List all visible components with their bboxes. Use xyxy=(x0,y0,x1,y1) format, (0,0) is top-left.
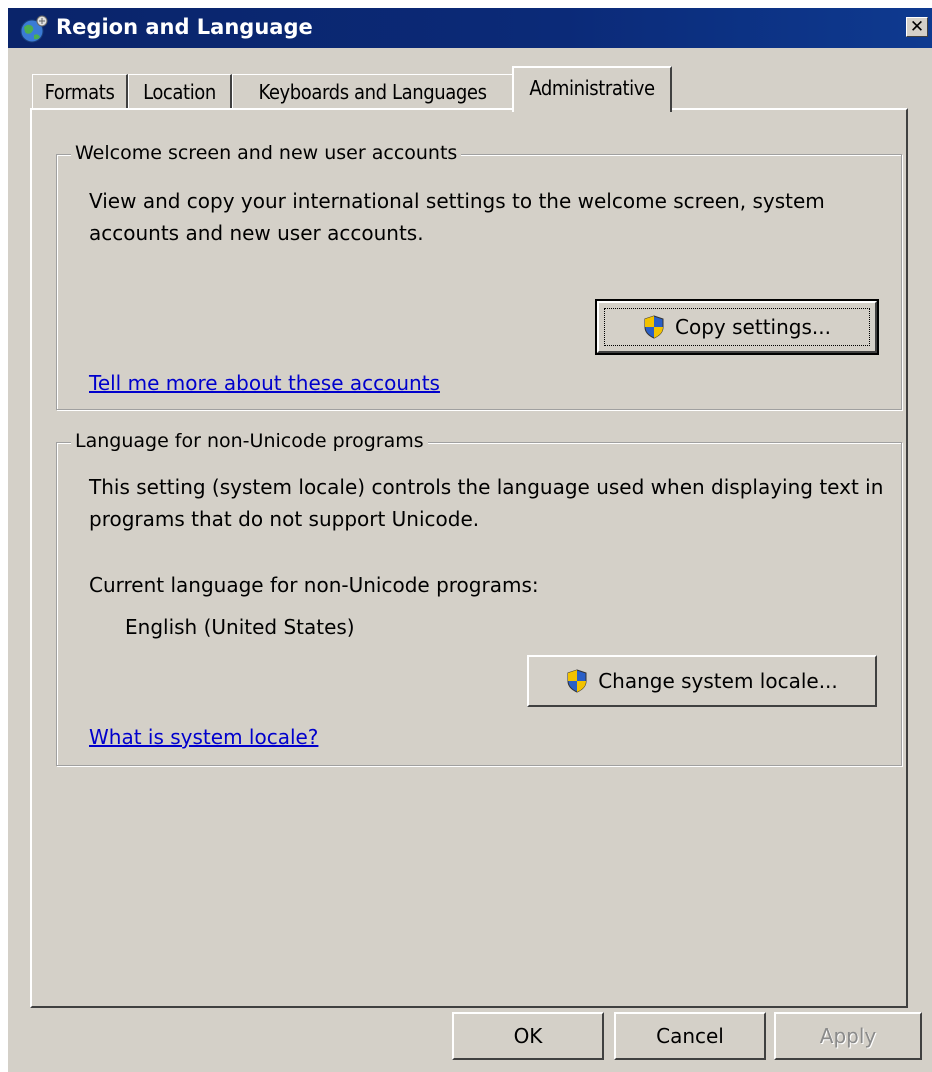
window-title: Region and Language xyxy=(56,15,313,39)
apply-button[interactable]: Apply xyxy=(774,1012,922,1060)
copy-settings-label: Copy settings... xyxy=(675,315,831,339)
uac-shield-icon xyxy=(644,315,664,339)
title-bar[interactable]: Region and Language ✕ xyxy=(8,8,932,48)
copy-settings-button[interactable]: Copy settings... xyxy=(595,299,879,355)
welcome-screen-group: Welcome screen and new user accounts Vie… xyxy=(56,141,902,410)
welcome-description: View and copy your international setting… xyxy=(89,189,825,245)
tab-label: Keyboards and Languages xyxy=(258,80,487,104)
uac-shield-icon xyxy=(567,669,587,693)
non-unicode-group: Language for non-Unicode programs This s… xyxy=(56,429,902,766)
tab-label: Location xyxy=(143,80,216,104)
administrative-panel: Welcome screen and new user accounts Vie… xyxy=(30,108,908,1008)
close-icon: ✕ xyxy=(909,17,925,37)
cancel-button[interactable]: Cancel xyxy=(614,1012,766,1060)
region-language-dialog: Region and Language ✕ Formats Location K… xyxy=(8,8,932,1072)
current-language-label: Current language for non-Unicode program… xyxy=(89,573,539,597)
tab-formats[interactable]: Formats xyxy=(32,74,128,110)
locale-description: This setting (system locale) controls th… xyxy=(89,475,884,531)
globe-icon xyxy=(20,15,48,43)
tell-me-more-link[interactable]: Tell me more about these accounts xyxy=(89,371,440,395)
apply-label: Apply xyxy=(819,1024,877,1048)
tab-keyboards-and-languages[interactable]: Keyboards and Languages xyxy=(232,74,514,110)
group-legend: Welcome screen and new user accounts xyxy=(71,141,462,165)
change-system-locale-button[interactable]: Change system locale... xyxy=(527,655,877,707)
change-system-locale-label: Change system locale... xyxy=(598,669,838,693)
tab-location[interactable]: Location xyxy=(128,74,232,110)
tab-label: Formats xyxy=(44,80,115,104)
ok-button[interactable]: OK xyxy=(452,1012,604,1060)
tab-label: Administrative xyxy=(529,76,655,100)
current-language-value: English (United States) xyxy=(125,615,355,639)
group-legend: Language for non-Unicode programs xyxy=(71,429,428,453)
tab-administrative[interactable]: Administrative xyxy=(512,66,672,112)
what-is-system-locale-link[interactable]: What is system locale? xyxy=(89,725,318,749)
cancel-label: Cancel xyxy=(656,1024,724,1048)
ok-label: OK xyxy=(513,1024,543,1048)
close-button[interactable]: ✕ xyxy=(906,17,928,37)
